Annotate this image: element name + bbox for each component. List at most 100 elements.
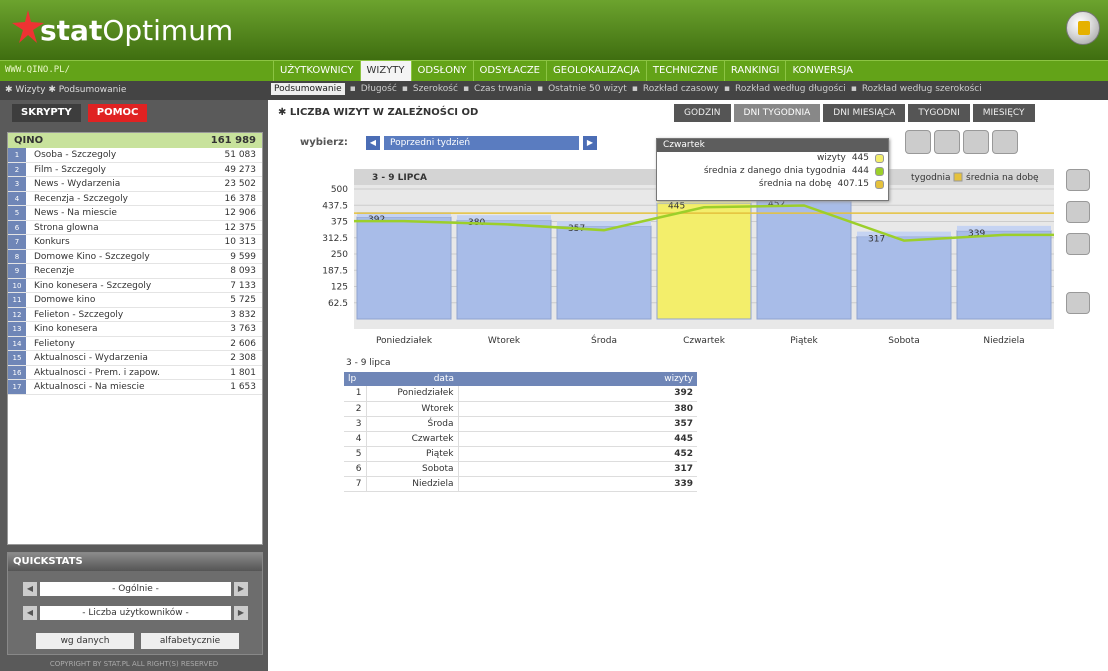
list-item-number: 16 <box>8 365 26 379</box>
sort-alpha-button[interactable]: alfabetycznie <box>141 633 239 649</box>
print-icon[interactable] <box>992 130 1018 154</box>
app-title-rest: Optimum <box>102 14 234 47</box>
list-item[interactable]: 4 Recenzja - Szczegoly 16 378 <box>8 191 262 206</box>
nav-uzytkownicy[interactable]: UŻYTKOWNICY <box>273 61 360 82</box>
app-logo: statOptimum <box>12 10 234 47</box>
list-item[interactable]: 9 Recenzje 8 093 <box>8 264 262 279</box>
list-item[interactable]: 5 News - Na miescie 12 906 <box>8 206 262 221</box>
list-item[interactable]: 8 Domowe Kino - Szczegoly 9 599 <box>8 249 262 264</box>
nav-geolokalizacja[interactable]: GEOLOKALIZACJA <box>546 61 646 82</box>
list-item-number: 10 <box>8 278 26 292</box>
bar[interactable] <box>456 219 552 320</box>
tab-dni-tygodnia[interactable]: DNI TYGODNIA <box>733 104 821 122</box>
prev-arrow-icon[interactable]: ◀ <box>23 606 37 620</box>
x-tick-label: Poniedziałek <box>376 336 433 346</box>
app-header: statOptimum <box>0 0 1108 60</box>
swatch-icon <box>875 167 884 176</box>
list-item[interactable]: 16 Aktualnosci - Prem. i zapow. 1 801 <box>8 365 262 380</box>
tab-miesiecy[interactable]: MIESIĘCY <box>972 104 1035 122</box>
list-item[interactable]: 15 Aktualnosci - Wydarzenia 2 308 <box>8 351 262 366</box>
y-tick-label: 437.5 <box>322 201 348 211</box>
nav-odslony[interactable]: ODSŁONY <box>410 61 473 82</box>
tab-help[interactable]: POMOC <box>87 104 148 122</box>
quickstats-select-2-value[interactable]: - Liczba użytkowników - <box>40 606 231 620</box>
bar-chart-icon[interactable] <box>1066 169 1090 191</box>
tab-dni-miesiaca[interactable]: DNI MIESIĄCA <box>823 104 906 122</box>
subnav-ostatnie[interactable]: Ostatnie 50 wizyt <box>548 84 627 94</box>
sort-by-data-button[interactable]: wg danych <box>36 633 134 649</box>
list-item[interactable]: 13 Kino konesera 3 763 <box>8 322 262 337</box>
list-item-number: 17 <box>8 380 26 394</box>
next-period-icon[interactable]: ▶ <box>583 136 597 150</box>
y-tick-label: 250 <box>331 250 348 260</box>
list-item-value: 2 308 <box>230 353 256 363</box>
cell-lp: 7 <box>344 476 367 492</box>
tab-tygodni[interactable]: TYGODNI <box>908 104 970 122</box>
subnav-czas[interactable]: Czas trwania <box>474 84 532 94</box>
table-row: 2 Wtorek 380 <box>344 401 697 417</box>
bar-value-label: 317 <box>868 235 885 245</box>
tab-scripts[interactable]: SKRYPTY <box>12 104 81 122</box>
lock-icon[interactable] <box>1066 11 1100 45</box>
subnav-rozklad-szerokosci[interactable]: Rozkład według szerokości <box>862 84 982 94</box>
line-chart-icon[interactable] <box>1066 201 1090 223</box>
subnav-podsumowanie[interactable]: Podsumowanie <box>271 83 345 95</box>
list-item[interactable]: 11 Domowe kino 5 725 <box>8 293 262 308</box>
area-chart-icon[interactable] <box>1066 233 1090 255</box>
list-item-value: 1 801 <box>230 367 256 378</box>
nav-wizyty[interactable]: WIZYTY <box>359 61 411 82</box>
cell-wizyty: 380 <box>458 401 697 417</box>
legend-label-partial: tygodnia <box>911 173 951 183</box>
list-item-number: 15 <box>8 351 26 365</box>
period-select[interactable]: Poprzedni tydzień <box>384 136 579 150</box>
prev-arrow-icon[interactable]: ◀ <box>23 582 37 596</box>
subnav-dlugosc[interactable]: Długość <box>361 84 397 94</box>
mail-icon[interactable] <box>963 130 989 154</box>
subnav-szerokosc[interactable]: Szerokość <box>413 84 458 94</box>
nav-konwersja[interactable]: KONWERSJA <box>785 61 858 82</box>
subnav-rozklad-dlugosci[interactable]: Rozkład według długości <box>735 84 846 94</box>
list-item[interactable]: 7 Konkurs 10 313 <box>8 235 262 250</box>
list-item[interactable]: 17 Aktualnosci - Na miescie 1 653 <box>8 380 262 395</box>
calendar-icon[interactable] <box>1066 292 1090 314</box>
x-tick-label: Środa <box>591 334 617 346</box>
cell-lp: 3 <box>344 416 367 432</box>
list-item-value: 10 313 <box>224 237 257 247</box>
bar[interactable] <box>756 200 852 320</box>
next-arrow-icon[interactable]: ▶ <box>234 606 248 620</box>
txt-icon[interactable] <box>934 130 960 154</box>
nav-odsylacze[interactable]: ODSYŁACZE <box>472 61 546 82</box>
list-item-label: Domowe Kino - Szczegoly <box>34 251 150 262</box>
list-item[interactable]: 12 Felieton - Szczegoly 3 832 <box>8 307 262 322</box>
nav-techniczne[interactable]: TECHNICZNE <box>645 61 724 82</box>
cell-lp: 5 <box>344 446 367 462</box>
nav-rankingi[interactable]: RANKINGI <box>723 61 786 82</box>
list-item[interactable]: 6 Strona glowna 12 375 <box>8 220 262 235</box>
save-icon[interactable] <box>905 130 931 154</box>
bar[interactable] <box>656 202 752 320</box>
chart-tooltip: Czwartek wizyty 445 średnia z danego dnia… <box>656 138 889 201</box>
bar[interactable] <box>556 225 652 320</box>
bar[interactable] <box>356 216 452 320</box>
sub-nav-bar: ✱ Wizyty ✱ Podsumowanie Podsumowanie ▪ Dł… <box>0 81 1108 100</box>
table-row: 4 Czwartek 445 <box>344 431 697 447</box>
list-item-value: 51 083 <box>224 150 257 160</box>
table-label: 3 - 9 lipca <box>346 358 391 368</box>
next-arrow-icon[interactable]: ▶ <box>234 582 248 596</box>
bar[interactable] <box>956 230 1052 320</box>
prev-period-icon[interactable]: ◀ <box>366 136 380 150</box>
subnav-rozklad-czasowy[interactable]: Rozkład czasowy <box>643 84 719 94</box>
cell-data: Środa <box>366 416 459 432</box>
list-item[interactable]: 14 Felietony 2 606 <box>8 336 262 351</box>
cell-data: Piątek <box>366 446 459 462</box>
bar[interactable] <box>856 236 952 320</box>
list-item[interactable]: 10 Kino konesera - Szczegoly 7 133 <box>8 278 262 293</box>
list-item-number: 1 <box>8 148 26 162</box>
tab-godzin[interactable]: GODZIN <box>674 104 731 122</box>
list-item-value: 23 502 <box>224 179 257 189</box>
list-item[interactable]: 3 News - Wydarzenia 23 502 <box>8 177 262 192</box>
list-item-label: Kino konesera <box>34 324 98 334</box>
list-item[interactable]: 1 Osoba - Szczegoly 51 083 <box>8 148 262 163</box>
list-item[interactable]: 2 Film - Szczegoly 49 273 <box>8 162 262 177</box>
quickstats-select-1-value[interactable]: - Ogólnie - <box>40 582 231 596</box>
